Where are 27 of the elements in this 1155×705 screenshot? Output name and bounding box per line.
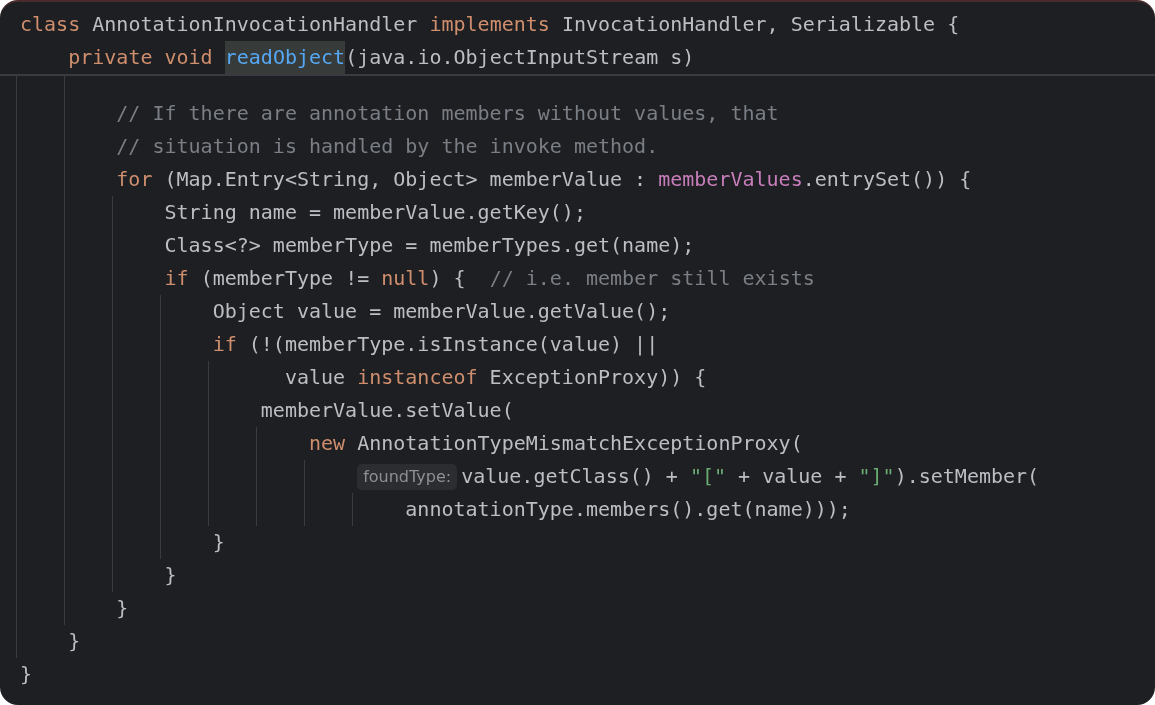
code-text: private void — [68, 44, 214, 71]
code-line: if (!(memberType.isInstance(value) || — [212, 331, 659, 358]
code-text: (java.io.ObjectInputStream s) — [345, 44, 695, 71]
code-text: + value + — [737, 463, 848, 490]
code-text: ).setMember( — [894, 463, 1040, 490]
code-line: Object value = memberValue.getValue(); — [212, 298, 671, 325]
code-line: annotationType.members().get(name))); — [405, 496, 851, 523]
code-line: // situation is handled by the invoke method. — [116, 133, 659, 160]
code-text: "[" — [689, 463, 727, 490]
code-line: if (memberType != null) { // i.e. member still exists — [164, 265, 815, 292]
code-line: for (Map.Entry<String, Object> memberValue : memberValues.entrySet()) { — [116, 166, 972, 193]
code-line: memberValue.setValue( — [260, 397, 514, 424]
code-text: "]" — [858, 463, 895, 490]
code-line: } — [116, 595, 129, 622]
code-line: } — [164, 562, 177, 589]
code-line: Class<?> memberType = memberTypes.get(name); — [164, 232, 695, 259]
code-text: value.getClass() + — [461, 463, 679, 490]
code-line: new AnnotationTypeMismatchExceptionProxy( — [309, 430, 803, 457]
code-line: value instanceof ExceptionProxy)) { — [284, 364, 707, 391]
code-line: String name = memberValue.getKey(); — [164, 199, 586, 226]
code-line: } — [212, 529, 225, 556]
code-line: // If there are annotation members without values, that — [116, 100, 779, 127]
parameter-hint: foundType: — [357, 463, 458, 490]
code-line: } — [68, 628, 81, 655]
code-line: } — [20, 661, 33, 688]
highlighted-identifier: readObject — [224, 41, 346, 74]
code-line: class AnnotationInvocationHandler implements InvocationHandler, Serializable { — [20, 11, 960, 38]
